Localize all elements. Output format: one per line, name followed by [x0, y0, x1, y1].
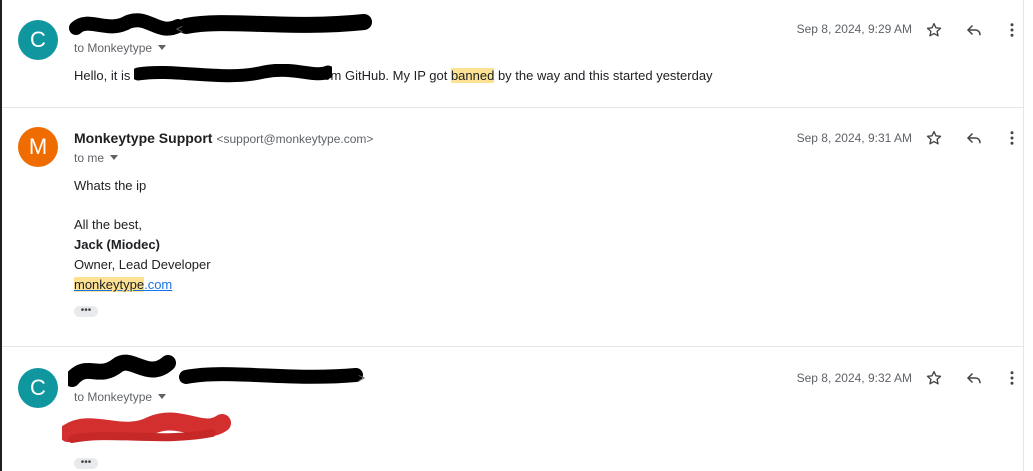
show-trimmed-content-button[interactable]: ••• [74, 306, 98, 317]
more-vert-icon [1010, 23, 1014, 37]
reply-button[interactable] [962, 366, 986, 390]
recipient-label: to Monkeytype [74, 41, 153, 55]
star-button[interactable] [922, 366, 946, 390]
recipient-dropdown[interactable]: to Monkeytype [74, 390, 167, 404]
recipient-label: to Monkeytype [74, 390, 153, 404]
body-text-part: rom GitHub. My IP got [318, 68, 451, 83]
reply-icon [966, 132, 981, 144]
recipient-label: to me [74, 151, 105, 165]
redacted-body [59, 407, 232, 456]
signature-title: Owner, Lead Developer [74, 257, 211, 272]
email-message-1: C < to Monkeytype Sep 8, 2024, 9:29 AM H… [2, 0, 1024, 108]
search-highlight: monkeytype [74, 277, 145, 292]
more-options-button[interactable] [1000, 366, 1024, 390]
sender: Monkeytype Support <support@monkeytype.co… [74, 130, 373, 146]
star-icon [926, 370, 942, 385]
email-message-3: C > to Monkeytype Sep 8, 2024, 9:32 AM •… [2, 347, 1024, 471]
chevron-down-icon [158, 45, 167, 50]
recipient-dropdown[interactable]: to me [74, 151, 119, 165]
sender-name: Monkeytype Support [74, 130, 213, 146]
star-button[interactable] [922, 18, 946, 42]
avatar[interactable]: C [18, 20, 58, 60]
reply-icon [966, 24, 981, 36]
message-date: Sep 8, 2024, 9:29 AM [796, 22, 912, 36]
more-options-button[interactable] [1000, 126, 1024, 150]
message-body-line: Whats the ip [74, 178, 147, 193]
recipient-dropdown[interactable]: to Monkeytype [74, 41, 167, 55]
redacted-name [133, 64, 332, 83]
website-link[interactable]: monkeytype.com [74, 277, 172, 292]
signature-closing: All the best, [74, 217, 142, 232]
message-date: Sep 8, 2024, 9:31 AM [796, 131, 912, 145]
chevron-down-icon [110, 155, 119, 160]
redaction-scribble: > [64, 354, 365, 387]
star-icon [926, 130, 942, 145]
star-icon [926, 22, 942, 37]
chevron-down-icon [158, 394, 167, 399]
show-trimmed-content-button[interactable]: ••• [74, 458, 98, 469]
redaction-scribble [133, 64, 332, 83]
reply-button[interactable] [962, 18, 986, 42]
redaction-scribble: < [69, 13, 372, 36]
svg-text:<: < [176, 22, 183, 36]
message-body: Hello, it is rom GitHub. My IP got banne… [74, 64, 713, 83]
email-message-2: M Monkeytype Support <support@monkeytype.… [2, 108, 1024, 347]
more-vert-icon [1010, 371, 1014, 385]
avatar[interactable]: M [18, 127, 58, 167]
link-text: .com [144, 277, 173, 292]
reply-button[interactable] [962, 126, 986, 150]
star-button[interactable] [922, 126, 946, 150]
redaction-scribble [59, 412, 231, 443]
search-highlight: banned [450, 68, 495, 83]
signature-name: Jack (Miodec) [74, 237, 160, 252]
more-options-button[interactable] [1000, 18, 1024, 42]
sender-email: <support@monkeytype.com> [216, 132, 374, 146]
sender-suffix: > [358, 371, 365, 385]
more-vert-icon [1010, 131, 1014, 145]
body-text-part: by the way and this started yesterday [494, 68, 713, 83]
scrollbar-track[interactable] [1023, 0, 1033, 471]
signature-link[interactable]: monkeytype.com [74, 277, 172, 292]
body-text-part: Hello, it is [74, 68, 134, 83]
avatar[interactable]: C [18, 368, 58, 408]
message-date: Sep 8, 2024, 9:32 AM [796, 371, 912, 385]
reply-icon [966, 372, 981, 384]
